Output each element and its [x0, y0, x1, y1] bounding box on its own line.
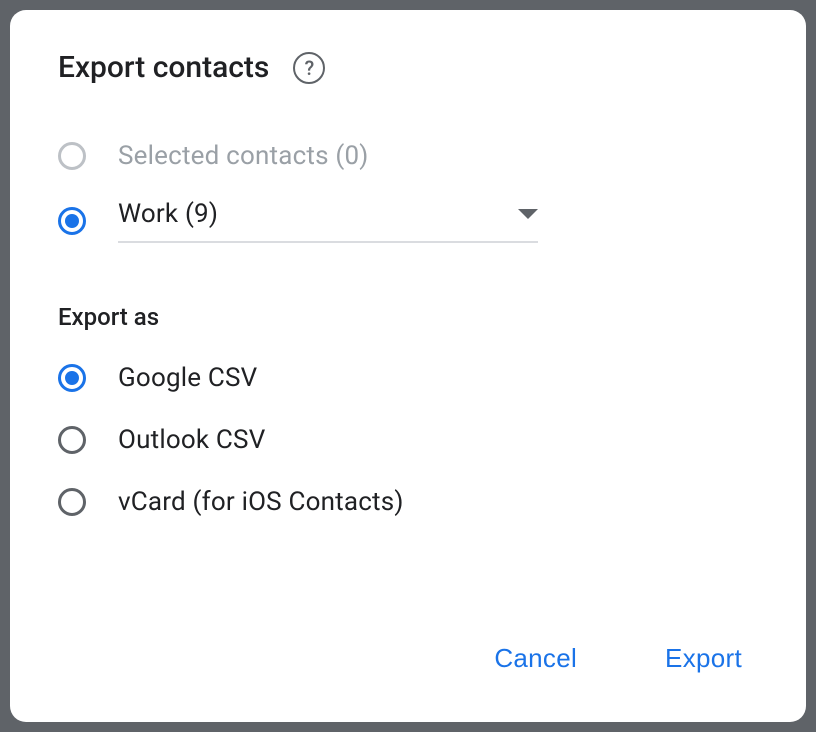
- export-button[interactable]: Export: [649, 635, 758, 682]
- format-radio-group: Google CSV Outlook CSV vCard (for iOS Co…: [58, 363, 758, 549]
- outlook-csv-label: Outlook CSV: [118, 425, 265, 455]
- google-csv-row[interactable]: Google CSV: [58, 363, 758, 393]
- vcard-row[interactable]: vCard (for iOS Contacts): [58, 487, 758, 517]
- selected-contacts-label: Selected contacts (0): [118, 141, 369, 171]
- label-dropdown[interactable]: Work (9): [118, 199, 538, 243]
- selected-contacts-radio: [58, 142, 86, 170]
- google-csv-radio[interactable]: [58, 364, 86, 392]
- dialog-actions: Cancel Export: [478, 635, 758, 682]
- export-contacts-dialog: Export contacts ? Selected contacts (0) …: [10, 10, 806, 722]
- label-dropdown-radio[interactable]: [58, 207, 86, 235]
- cancel-button[interactable]: Cancel: [478, 635, 593, 682]
- label-dropdown-row: Work (9): [58, 199, 758, 243]
- label-dropdown-value: Work (9): [118, 199, 218, 229]
- selected-contacts-row: Selected contacts (0): [58, 141, 758, 171]
- chevron-down-icon: [518, 209, 538, 219]
- export-as-label: Export as: [58, 303, 758, 331]
- google-csv-label: Google CSV: [118, 363, 257, 393]
- dialog-header: Export contacts ?: [58, 50, 758, 85]
- vcard-radio[interactable]: [58, 488, 86, 516]
- source-radio-group: Selected contacts (0) Work (9): [58, 141, 758, 243]
- dialog-title: Export contacts: [58, 50, 269, 85]
- vcard-label: vCard (for iOS Contacts): [118, 487, 404, 517]
- outlook-csv-radio[interactable]: [58, 426, 86, 454]
- help-icon[interactable]: ?: [293, 52, 325, 84]
- outlook-csv-row[interactable]: Outlook CSV: [58, 425, 758, 455]
